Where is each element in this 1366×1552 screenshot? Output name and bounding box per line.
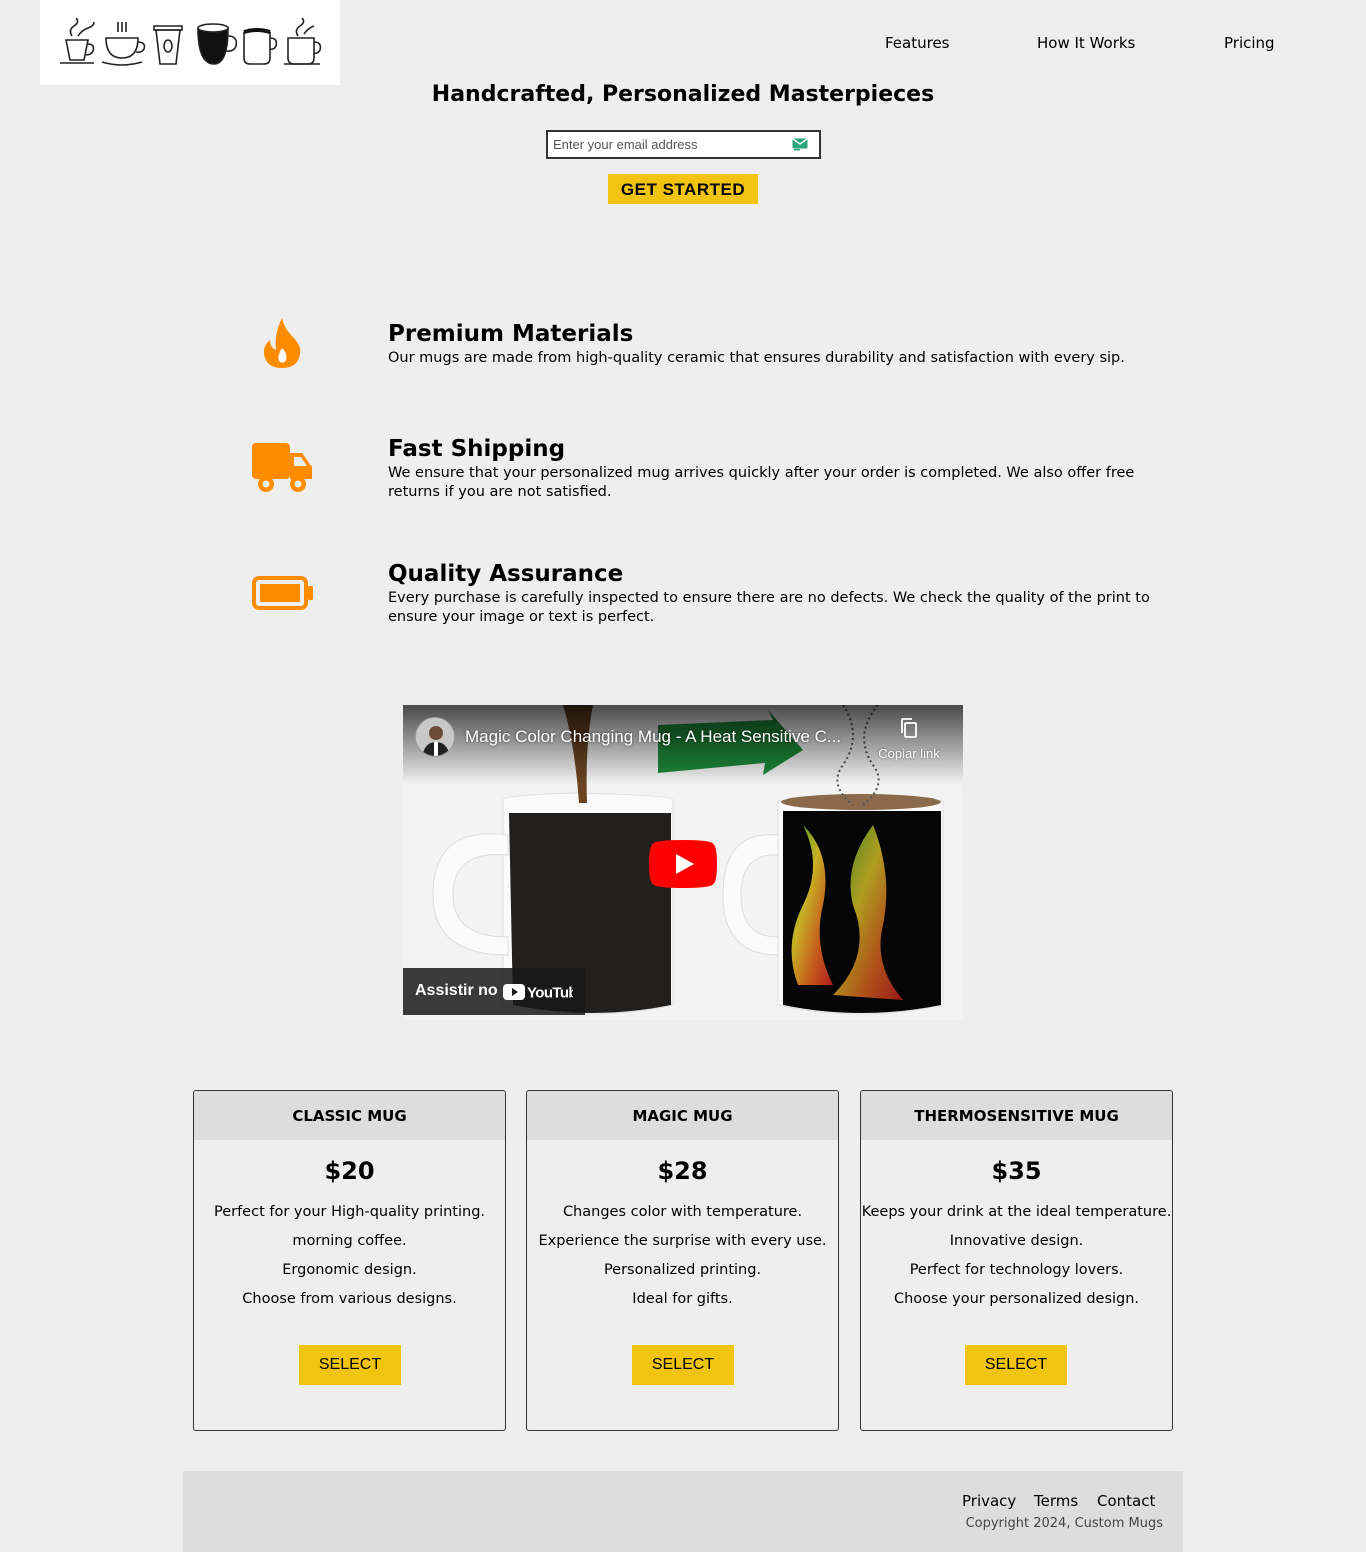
nav-features[interactable]: Features: [885, 34, 950, 52]
plan-name: THERMOSENSITIVE MUG: [861, 1091, 1172, 1140]
feature-title: Quality Assurance: [388, 561, 624, 587]
nav-pricing[interactable]: Pricing: [1224, 34, 1275, 52]
plan-price: $20: [324, 1157, 375, 1185]
user-avatar-icon: [416, 718, 454, 756]
select-button[interactable]: SELECT: [632, 1345, 734, 1385]
list-item: Choose your personalized design.: [893, 1291, 1140, 1307]
footer: Privacy Terms Contact Copyright 2024, Cu…: [183, 1471, 1183, 1552]
list-item: Innovative design.: [949, 1233, 1084, 1249]
feature-text: We ensure that your personalized mug arr…: [388, 465, 1135, 500]
list-item: morning coffee.: [292, 1233, 407, 1249]
list-item: Keeps your drink at the ideal temperatur…: [861, 1204, 1172, 1220]
email-input[interactable]: [548, 132, 783, 157]
play-icon[interactable]: [649, 840, 717, 888]
plan-name: CLASSIC MUG: [194, 1091, 505, 1140]
logo[interactable]: [40, 0, 340, 85]
coffee-cups-logo-icon: [60, 18, 322, 66]
feature-title: Fast Shipping: [388, 436, 566, 462]
footer-link-privacy[interactable]: Privacy: [962, 1492, 1016, 1510]
page-title: Handcrafted, Personalized Masterpieces: [431, 82, 935, 107]
select-button[interactable]: SELECT: [299, 1345, 401, 1385]
plan-price: $28: [657, 1157, 708, 1185]
youtube-brand: YouTube: [527, 985, 573, 1002]
copy-link-label: Copiar link: [878, 746, 940, 761]
feature-title: Premium Materials: [388, 321, 634, 347]
list-item: Perfect for your High-quality printing.: [213, 1204, 486, 1220]
channel-avatar[interactable]: [415, 717, 455, 757]
list-item: Choose from various designs.: [242, 1291, 457, 1307]
youtube-logo-icon: YouTube: [503, 984, 573, 1002]
watch-on-label: Assistir no: [415, 982, 498, 999]
plan-name: MAGIC MUG: [527, 1091, 838, 1140]
email-field-wrapper: [546, 130, 821, 159]
list-item: Experience the surprise with every use.: [538, 1233, 827, 1249]
list-item: Ideal for gifts.: [632, 1291, 733, 1307]
list-item: Ergonomic design.: [282, 1262, 417, 1278]
plan-features: Perfect for your High-quality printing. …: [194, 1198, 505, 1314]
pricing-card-thermosensitive: THERMOSENSITIVE MUG $35 Keeps your drink…: [860, 1090, 1173, 1431]
video-embed[interactable]: Magic Color Changing Mug - A Heat Sensit…: [403, 705, 963, 1020]
select-button[interactable]: SELECT: [965, 1345, 1067, 1385]
copy-icon: [901, 718, 917, 738]
list-item: Changes color with temperature.: [562, 1204, 803, 1220]
copyright-text: Copyright 2024, Custom Mugs: [965, 1516, 1163, 1531]
list-item: Personalized printing.: [603, 1262, 762, 1278]
email-icon[interactable]: [792, 138, 808, 151]
footer-link-terms[interactable]: Terms: [1034, 1492, 1078, 1510]
pricing-card-classic: CLASSIC MUG $20 Perfect for your High-qu…: [193, 1090, 506, 1431]
watch-on-youtube-button[interactable]: Assistir no YouTube: [403, 968, 585, 1015]
footer-link-contact[interactable]: Contact: [1097, 1492, 1155, 1510]
battery-icon: [252, 576, 313, 610]
plan-features: Keeps your drink at the ideal temperatur…: [861, 1198, 1172, 1314]
video-title[interactable]: Magic Color Changing Mug - A Heat Sensit…: [465, 727, 841, 747]
fire-icon: [263, 318, 301, 368]
feature-text: Every purchase is carefully inspected to…: [388, 590, 1150, 625]
plan-features: Changes color with temperature. Experien…: [527, 1198, 838, 1314]
truck-icon: [252, 443, 312, 492]
get-started-button[interactable]: GET STARTED: [608, 174, 758, 204]
copy-link-button[interactable]: Copiar link: [869, 717, 949, 761]
nav-how-it-works[interactable]: How It Works: [1037, 34, 1135, 52]
feature-text: Our mugs are made from high-quality cera…: [388, 350, 1125, 366]
plan-price: $35: [991, 1157, 1042, 1185]
list-item: Perfect for technology lovers.: [909, 1262, 1124, 1278]
pricing-card-magic: MAGIC MUG $28 Changes color with tempera…: [526, 1090, 839, 1431]
